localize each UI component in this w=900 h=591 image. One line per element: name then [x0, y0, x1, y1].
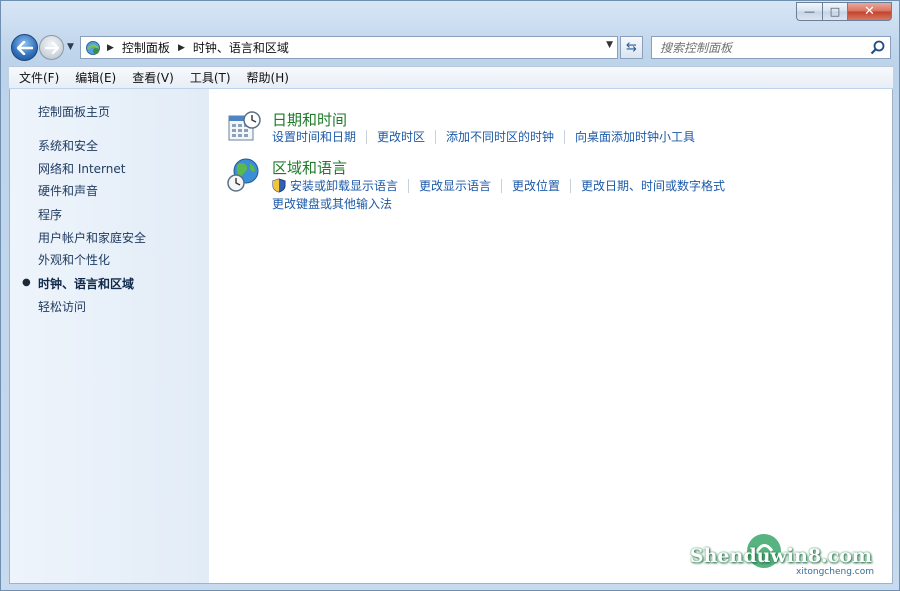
task-set-time-date[interactable]: 设置时间和日期 — [272, 130, 366, 144]
sidebar-item-ease-of-access[interactable]: 轻松访问 — [38, 298, 86, 315]
task-row-region-language: 安装或卸载显示语言 更改显示语言 更改位置 更改日期、时间或数字格式 — [272, 178, 735, 193]
menu-edit[interactable]: 编辑(E) — [67, 69, 124, 86]
sidebar-item-clock-language-region[interactable]: 时钟、语言和区域 — [38, 275, 134, 292]
caption-buttons: — □ ✕ — [796, 2, 892, 21]
task-install-display-language-label: 安装或卸载显示语言 — [290, 179, 399, 193]
globe-clock-icon[interactable] — [226, 157, 262, 193]
menu-view[interactable]: 查看(V) — [124, 69, 182, 86]
task-row-date-time: 设置时间和日期 更改时区 添加不同时区的时钟 向桌面添加时钟小工具 — [272, 130, 705, 144]
sidebar-item-user-accounts[interactable]: 用户帐户和家庭安全 — [38, 229, 146, 246]
maximize-button[interactable]: □ — [822, 2, 847, 21]
task-row-region-language-2: 更改键盘或其他输入法 — [272, 197, 402, 211]
menu-help[interactable]: 帮助(H) — [239, 69, 297, 86]
search-box[interactable] — [651, 36, 891, 59]
sidebar-item-programs[interactable]: 程序 — [38, 206, 62, 223]
task-add-clock-gadget[interactable]: 向桌面添加时钟小工具 — [564, 130, 705, 144]
watermark-text: Shenduwin8.com — [689, 545, 872, 567]
task-change-display-language[interactable]: 更改显示语言 — [408, 178, 501, 193]
active-bullet-icon: ● — [22, 277, 31, 288]
breadcrumb-clock-language-region[interactable]: 时钟、语言和区域 — [193, 39, 289, 56]
category-title-region-language[interactable]: 区域和语言 — [272, 157, 347, 178]
sidebar-item-system-security[interactable]: 系统和安全 — [38, 137, 98, 154]
menu-bar: 文件(F) 编辑(E) 查看(V) 工具(T) 帮助(H) — [9, 66, 893, 88]
control-panel-icon — [85, 40, 101, 56]
arrow-right-icon — [44, 41, 59, 54]
menu-tools[interactable]: 工具(T) — [182, 69, 239, 86]
sidebar: 控制面板主页 系统和安全 网络和 Internet 硬件和声音 程序 用户帐户和… — [10, 89, 209, 583]
forward-button[interactable] — [39, 35, 64, 60]
watermark-subtext: xitongcheng.com — [796, 567, 874, 577]
minimize-button[interactable]: — — [796, 2, 822, 21]
task-add-clocks[interactable]: 添加不同时区的时钟 — [435, 130, 564, 144]
task-install-display-language[interactable]: 安装或卸载显示语言 — [272, 178, 408, 193]
sidebar-item-control-panel-home[interactable]: 控制面板主页 — [38, 103, 110, 120]
watermark: Shenduwin8.com xitongcheng.com — [690, 531, 882, 579]
address-bar[interactable]: ▶ 控制面板 ▶ 时钟、语言和区域 ▼ — [80, 36, 618, 59]
arrow-left-icon — [16, 40, 33, 55]
category-title-date-time[interactable]: 日期和时间 — [272, 109, 347, 130]
chevron-right-icon: ▶ — [177, 42, 185, 53]
refresh-icon: ⇆ — [626, 40, 637, 55]
recent-pages-dropdown[interactable]: ▼ — [67, 42, 74, 52]
menu-file[interactable]: 文件(F) — [11, 69, 67, 86]
close-button[interactable]: ✕ — [847, 2, 892, 21]
uac-shield-icon — [272, 178, 286, 193]
search-icon[interactable] — [870, 40, 885, 55]
calendar-clock-icon[interactable] — [228, 110, 262, 142]
sidebar-item-appearance[interactable]: 外观和个性化 — [38, 251, 110, 268]
breadcrumb-control-panel[interactable]: 控制面板 — [122, 39, 170, 56]
task-change-keyboards[interactable]: 更改键盘或其他输入法 — [272, 197, 402, 211]
sidebar-item-hardware-sound[interactable]: 硬件和声音 — [38, 182, 98, 199]
window-frame: — □ ✕ ▼ ▶ 控制面板 ▶ 时钟、语言和区域 ▼ ⇆ 搜索控制面板 文件(… — [0, 0, 900, 591]
back-button[interactable] — [11, 34, 38, 61]
task-change-date-time-number-format[interactable]: 更改日期、时间或数字格式 — [570, 178, 735, 193]
chevron-right-icon: ▶ — [107, 42, 114, 53]
task-change-time-zone[interactable]: 更改时区 — [366, 130, 435, 144]
sidebar-item-network-internet[interactable]: 网络和 Internet — [38, 160, 125, 177]
main-panel: 日期和时间 设置时间和日期 更改时区 添加不同时区的时钟 向桌面添加时钟小工具 … — [209, 89, 892, 583]
address-dropdown[interactable]: ▼ — [606, 40, 613, 50]
content-area: 控制面板主页 系统和安全 网络和 Internet 硬件和声音 程序 用户帐户和… — [9, 89, 893, 584]
search-input[interactable] — [660, 40, 860, 55]
refresh-button[interactable]: ⇆ — [620, 36, 643, 59]
task-change-location[interactable]: 更改位置 — [501, 178, 570, 193]
